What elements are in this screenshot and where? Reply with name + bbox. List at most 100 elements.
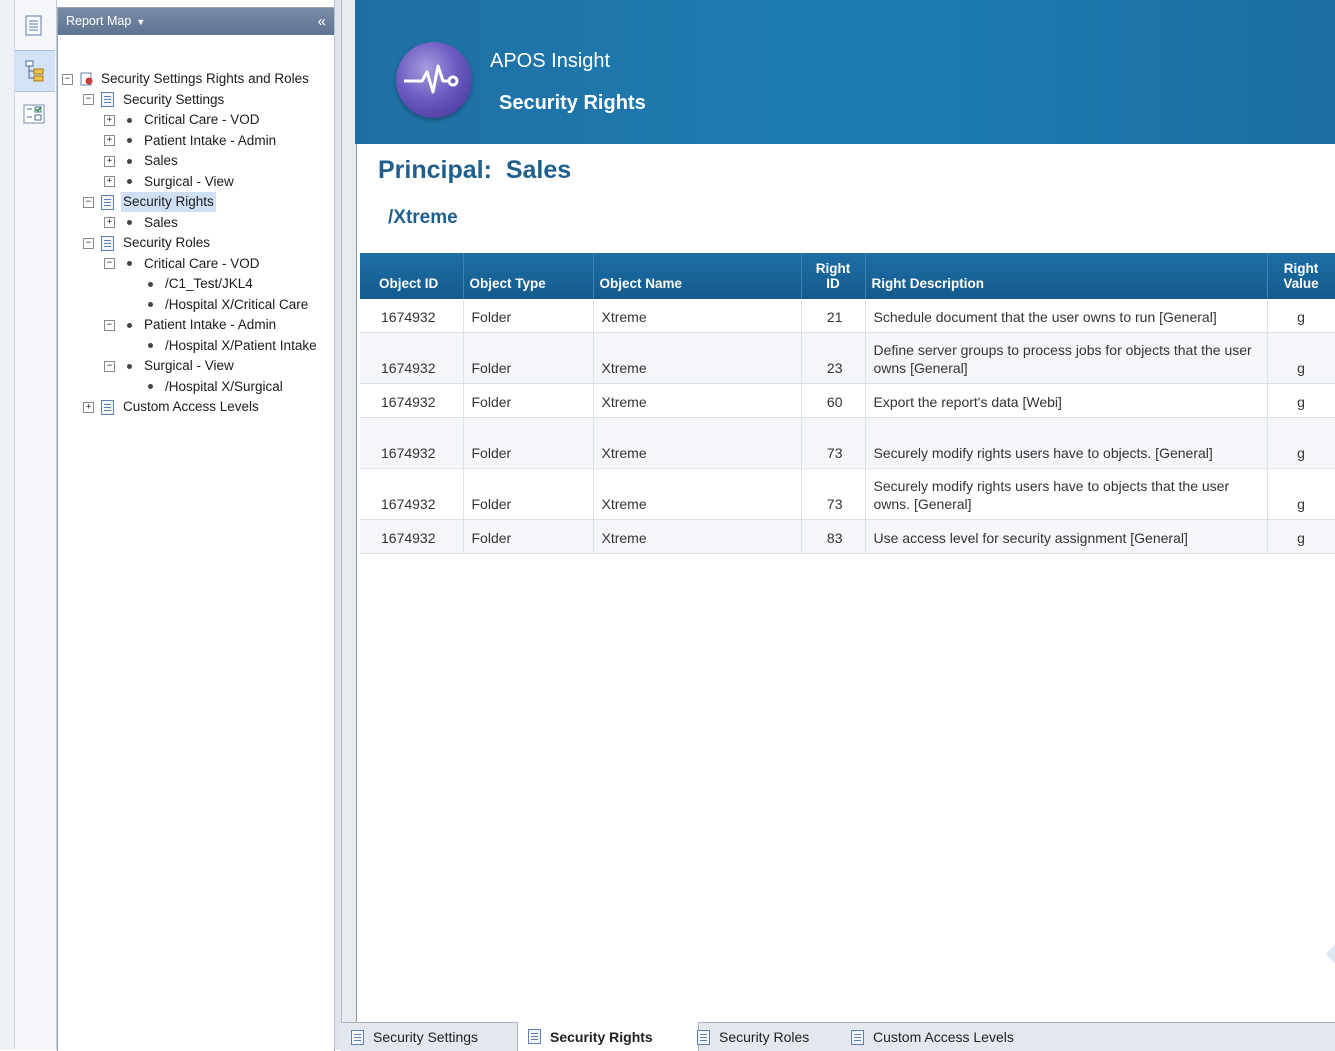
- report-tab-icon: [351, 1029, 364, 1045]
- collapse-icon[interactable]: −: [83, 196, 94, 208]
- tree-node[interactable]: + Surgical - View: [104, 172, 236, 192]
- expand-icon[interactable]: +: [104, 176, 115, 187]
- tab-label: Security Settings: [373, 1029, 479, 1045]
- table-row: 1674932 Folder Xtreme 60 Export the report's…: [360, 383, 1335, 418]
- bullet-icon: [127, 322, 132, 328]
- chevron-down-icon[interactable]: ▼: [136, 17, 145, 27]
- report-section-icon: [101, 235, 114, 251]
- cell-description: Define server groups to process jobs for…: [865, 332, 1268, 384]
- tree-node-label[interactable]: Security Settings: [121, 90, 226, 110]
- column-header-object-type[interactable]: Object Type: [463, 253, 594, 299]
- tree-node-label[interactable]: Surgical - View: [142, 356, 236, 376]
- bullet-icon: [148, 384, 153, 389]
- report-title: Security Rights: [499, 92, 646, 114]
- left-toolbar: [0, 0, 57, 1050]
- tree-node-label[interactable]: /Hospital X/Critical Care: [163, 295, 310, 315]
- expand-icon[interactable]: +: [104, 135, 115, 146]
- expand-icon[interactable]: +: [83, 401, 94, 413]
- bullet-icon: [127, 117, 132, 123]
- bullet-icon: [148, 302, 153, 307]
- collapse-icon[interactable]: −: [104, 258, 115, 269]
- tab-security-rights[interactable]: Security Rights: [517, 1022, 699, 1051]
- tree-node[interactable]: + Sales: [104, 151, 180, 171]
- tree-node[interactable]: − Security Rights: [83, 192, 216, 212]
- document-icon[interactable]: [20, 12, 48, 40]
- collapse-icon[interactable]: −: [104, 360, 115, 372]
- tree-node[interactable]: − Security Settings: [83, 90, 226, 110]
- cell-description: Use access level for security assignment…: [865, 519, 1268, 554]
- apos-logo-icon: [396, 42, 472, 118]
- tab-security-roles[interactable]: Security Roles: [697, 1023, 847, 1051]
- tree-node[interactable]: − Patient Intake - Admin: [104, 315, 278, 335]
- tree-node[interactable]: − Surgical - View: [104, 356, 236, 376]
- tree-node-label[interactable]: Surgical - View: [142, 172, 236, 192]
- tree-node-label[interactable]: /C1_Test/JKL4: [163, 274, 255, 294]
- object-path: /Xtreme: [388, 207, 458, 228]
- column-header-right-value[interactable]: Right Value: [1267, 253, 1335, 299]
- cell-value: g: [1267, 383, 1335, 418]
- tree-node-label[interactable]: Custom Access Levels: [121, 397, 261, 417]
- tree-node[interactable]: − Security Roles: [83, 233, 212, 253]
- principal-name: Sales: [505, 156, 572, 184]
- tree-node[interactable]: /Hospital X/Patient Intake: [125, 336, 319, 356]
- tree-node-label[interactable]: Security Settings Rights and Roles: [99, 69, 311, 89]
- cell-right-id: 73: [801, 417, 866, 469]
- cell-object-type: Folder: [463, 299, 594, 333]
- tree-node-label[interactable]: Security Roles: [121, 233, 212, 253]
- column-header-object-name[interactable]: Object Name: [593, 253, 802, 299]
- expand-icon[interactable]: +: [104, 155, 115, 167]
- cell-object-id: 1674932: [360, 332, 464, 384]
- tree-node-label[interactable]: Sales: [142, 213, 180, 233]
- expand-icon[interactable]: +: [104, 217, 115, 228]
- cell-object-type: Folder: [463, 332, 594, 384]
- cell-object-id: 1674932: [360, 383, 464, 418]
- column-header-right-id[interactable]: Right ID: [801, 253, 866, 299]
- report-tab-icon: [697, 1029, 710, 1045]
- column-header-object-id[interactable]: Object ID: [360, 253, 464, 299]
- tree-node[interactable]: + Critical Care - VOD: [104, 110, 262, 130]
- table-row: 1674932 Folder Xtreme 23 Define server group…: [360, 332, 1335, 384]
- report-section-icon: [101, 194, 114, 210]
- scroll-indicator-icon[interactable]: [1326, 944, 1335, 964]
- report-map-title[interactable]: Report Map: [66, 14, 131, 28]
- tree-node[interactable]: − Security Settings Rights and Roles: [62, 69, 311, 89]
- cell-value: g: [1267, 468, 1335, 520]
- cell-object-name: Xtreme: [593, 417, 802, 469]
- tree-node[interactable]: /Hospital X/Critical Care: [125, 295, 310, 315]
- tree-node-label[interactable]: /Hospital X/Patient Intake: [163, 336, 319, 356]
- cell-object-name: Xtreme: [593, 519, 802, 554]
- collapse-icon[interactable]: −: [83, 94, 94, 105]
- tree-node[interactable]: /C1_Test/JKL4: [125, 274, 255, 294]
- report-map-panel: Report Map ▼ « − Security Settings Rights …: [57, 7, 335, 1051]
- tree-node-label[interactable]: Patient Intake - Admin: [142, 315, 278, 335]
- rights-table: Object ID Object Type Object Name Right …: [360, 253, 1335, 554]
- cell-value: g: [1267, 519, 1335, 554]
- tree-node[interactable]: + Sales: [104, 213, 180, 233]
- column-header-right-description[interactable]: Right Description: [865, 253, 1268, 299]
- report-map-icon[interactable]: [15, 50, 55, 92]
- collapse-icon[interactable]: −: [104, 319, 115, 331]
- tree-node[interactable]: + Patient Intake - Admin: [104, 131, 278, 151]
- input-controls-icon[interactable]: [20, 100, 48, 128]
- tree-node-label[interactable]: Security Rights: [121, 192, 216, 212]
- tree-node-label[interactable]: Sales: [142, 151, 180, 171]
- tab-security-settings[interactable]: Security Settings: [351, 1023, 511, 1051]
- left-toolbar-strip: [14, 0, 56, 1050]
- tree-node-label[interactable]: Patient Intake - Admin: [142, 131, 278, 151]
- tree-node[interactable]: /Hospital X/Surgical: [125, 377, 285, 397]
- cell-object-type: Folder: [463, 468, 594, 520]
- collapse-panel-icon[interactable]: «: [318, 8, 326, 35]
- collapse-icon[interactable]: −: [62, 73, 73, 85]
- tree-node-label[interactable]: Critical Care - VOD: [142, 254, 262, 274]
- principal-label: Principal:: [378, 156, 492, 184]
- expand-icon[interactable]: +: [104, 114, 115, 126]
- tab-custom-access-levels[interactable]: Custom Access Levels: [851, 1023, 1041, 1051]
- cell-object-name: Xtreme: [593, 332, 802, 384]
- tree-node-label[interactable]: Critical Care - VOD: [142, 110, 262, 130]
- tree-node[interactable]: + Custom Access Levels: [83, 397, 261, 417]
- tree-node[interactable]: − Critical Care - VOD: [104, 254, 262, 274]
- tree-node-label[interactable]: /Hospital X/Surgical: [163, 377, 285, 397]
- collapse-icon[interactable]: −: [83, 237, 94, 249]
- bullet-icon: [127, 261, 132, 266]
- cell-description: Export the report's data [Webi]: [865, 383, 1268, 418]
